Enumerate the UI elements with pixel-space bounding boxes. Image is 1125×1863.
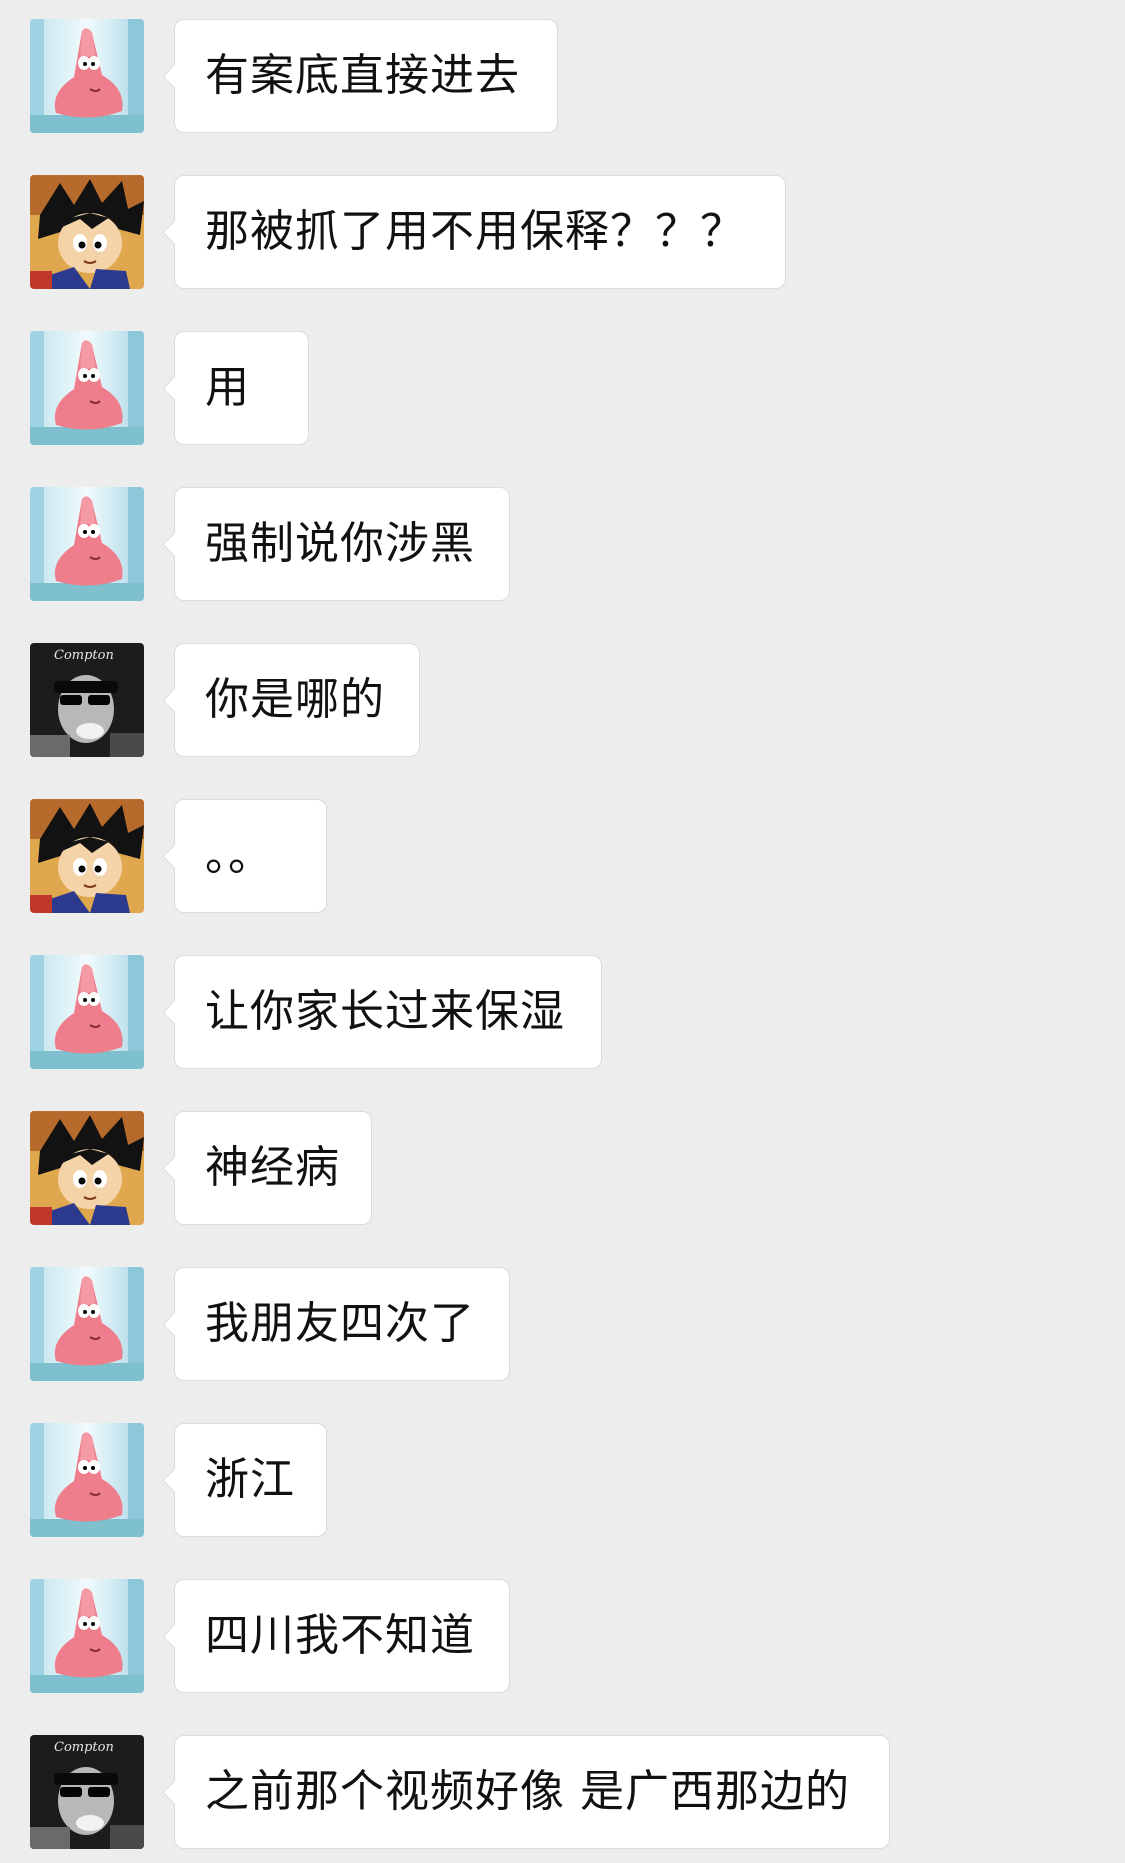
patrick-star-avatar-image (30, 955, 144, 1069)
message-bubble[interactable]: 我朋友四次了 (174, 1267, 510, 1381)
avatar[interactable] (30, 799, 144, 913)
chat-message-list[interactable]: 有案底直接进去 那被抓了用不用保释？？？ 用 强制说你涉黑 Compton 你是… (0, 0, 1125, 1863)
message-row: 强制说你涉黑 (0, 487, 1125, 601)
message-text: 四川我不知道 (205, 1610, 475, 1661)
message-text: 之前那个视频好像 是广西那边的 (205, 1766, 850, 1817)
message-text: 强制说你涉黑 (205, 518, 475, 569)
message-bubble[interactable]: 让你家长过来保湿 (174, 955, 602, 1069)
message-row: 有案底直接进去 (0, 19, 1125, 133)
avatar[interactable] (30, 955, 144, 1069)
message-bubble[interactable]: 之前那个视频好像 是广西那边的 (174, 1735, 890, 1849)
message-bubble[interactable]: 用 (174, 331, 309, 445)
avatar[interactable] (30, 487, 144, 601)
avatar[interactable] (30, 19, 144, 133)
patrick-star-avatar-image (30, 331, 144, 445)
message-row: 让你家长过来保湿 (0, 955, 1125, 1069)
message-bubble[interactable]: 强制说你涉黑 (174, 487, 510, 601)
avatar[interactable] (30, 1423, 144, 1537)
avatar[interactable]: Compton (30, 1735, 144, 1849)
svg-text:Compton: Compton (54, 1740, 114, 1755)
message-text: 你是哪的 (205, 674, 385, 725)
kid-goku-avatar-image (30, 175, 144, 289)
message-row: 神经病 (0, 1111, 1125, 1225)
patrick-star-avatar-image (30, 487, 144, 601)
message-row: 我朋友四次了 (0, 1267, 1125, 1381)
message-bubble[interactable]: 有案底直接进去 (174, 19, 558, 133)
message-text: 浙江 (205, 1454, 295, 1505)
message-row: Compton 你是哪的 (0, 643, 1125, 757)
message-bubble[interactable]: 神经病 (174, 1111, 372, 1225)
message-text: 我朋友四次了 (205, 1298, 475, 1349)
message-bubble[interactable]: 四川我不知道 (174, 1579, 510, 1693)
kid-goku-avatar-image (30, 799, 144, 913)
message-text: 那被抓了用不用保释？？？ (205, 206, 745, 257)
message-text: 神经病 (205, 1142, 340, 1193)
patrick-star-avatar-image (30, 1579, 144, 1693)
message-bubble[interactable]: 那被抓了用不用保释？？？ (174, 175, 786, 289)
avatar[interactable] (30, 1579, 144, 1693)
message-row: 那被抓了用不用保释？？？ (0, 175, 1125, 289)
message-row: 四川我不知道 (0, 1579, 1125, 1693)
avatar[interactable] (30, 331, 144, 445)
message-bubble[interactable]: 。。 (174, 799, 327, 913)
compton-avatar-image: Compton (30, 643, 144, 757)
message-text: 让你家长过来保湿 (205, 986, 565, 1037)
patrick-star-avatar-image (30, 1423, 144, 1537)
compton-avatar-image: Compton (30, 1735, 144, 1849)
message-bubble[interactable]: 你是哪的 (174, 643, 420, 757)
patrick-star-avatar-image (30, 1267, 144, 1381)
avatar[interactable] (30, 1111, 144, 1225)
message-text: 。。 (205, 830, 273, 881)
message-bubble[interactable]: 浙江 (174, 1423, 327, 1537)
avatar[interactable] (30, 175, 144, 289)
message-row: 用 (0, 331, 1125, 445)
avatar[interactable] (30, 1267, 144, 1381)
message-text: 用 (205, 362, 250, 413)
patrick-star-avatar-image (30, 19, 144, 133)
message-row: 。。 (0, 799, 1125, 913)
svg-text:Compton: Compton (54, 648, 114, 663)
message-row: 浙江 (0, 1423, 1125, 1537)
avatar[interactable]: Compton (30, 643, 144, 757)
message-row: Compton 之前那个视频好像 是广西那边的 (0, 1735, 1125, 1849)
kid-goku-avatar-image (30, 1111, 144, 1225)
message-text: 有案底直接进去 (205, 50, 520, 101)
